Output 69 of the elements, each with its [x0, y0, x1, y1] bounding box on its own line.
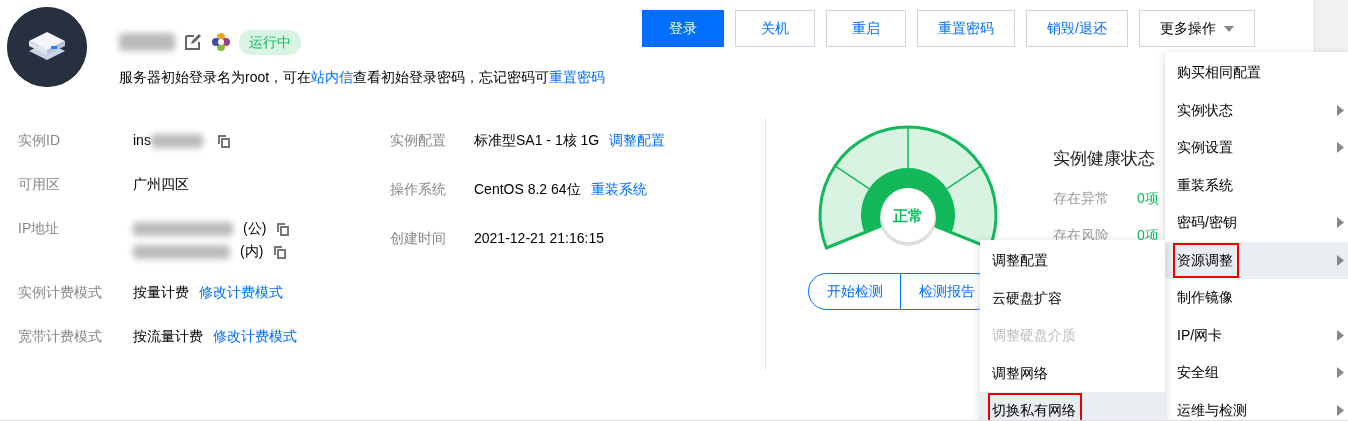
field-label: 操作系统	[390, 180, 447, 199]
submenu-item[interactable]: 云硬盘扩容	[980, 279, 1165, 317]
health-status: 正常	[893, 207, 923, 224]
ip-type: (公)	[243, 219, 267, 239]
field-label: 可用区	[18, 175, 61, 195]
action-button[interactable]: 重置密码	[917, 10, 1015, 47]
submenu-item[interactable]: 调整网络	[980, 354, 1165, 392]
menu-item[interactable]: IP/网卡	[1165, 316, 1348, 354]
submenu-arrow-icon	[1337, 104, 1344, 116]
action-button[interactable]: 销毁/退还	[1026, 10, 1128, 47]
field-link[interactable]: 修改计费模式	[213, 325, 297, 347]
blurred-name	[119, 33, 175, 51]
field-label: 宽带计费模式	[18, 326, 103, 346]
server-icon	[7, 7, 87, 87]
field-value: CentOS 8.2 64位	[474, 180, 581, 199]
field-value: 2021-12-21 21:16:15	[474, 229, 604, 248]
submenu-arrow-icon	[1337, 367, 1344, 379]
highlight-outline: 切换私有网络	[988, 393, 1082, 420]
menu-item[interactable]: 密码/密钥	[1165, 204, 1348, 242]
copy-icon[interactable]	[276, 221, 291, 236]
action-button[interactable]: 重启	[826, 10, 906, 47]
copy-icon[interactable]	[216, 133, 231, 148]
field-link[interactable]: 重装系统	[590, 179, 647, 200]
status-badge: 运行中	[239, 29, 301, 55]
blurred-text	[150, 133, 203, 148]
health-title: 实例健康状态	[1053, 148, 1156, 170]
field-label: 实例计费模式	[18, 282, 103, 302]
scrollbar[interactable]	[1314, 0, 1348, 52]
menu-item[interactable]: 实例状态	[1165, 91, 1348, 129]
menu-item[interactable]: 资源调整	[1165, 241, 1348, 279]
highlight-outline: 资源调整	[1173, 242, 1239, 278]
copy-icon[interactable]	[273, 244, 288, 259]
field-label: IP地址	[18, 219, 61, 239]
field-value: ins	[133, 131, 151, 150]
field-label: 实例ID	[18, 131, 61, 150]
menu-item[interactable]: 安全组	[1165, 354, 1348, 392]
field-value: 按流量计费	[133, 326, 203, 346]
menu-item[interactable]: 运维与检测	[1165, 391, 1348, 420]
submenu-arrow-icon	[1337, 329, 1344, 341]
menu-item[interactable]: 制作镜像	[1165, 279, 1348, 317]
check-button[interactable]: 开始检测	[808, 273, 901, 310]
field-value: 按量计费	[133, 282, 189, 302]
field-value: 广州四区	[133, 175, 189, 195]
action-button[interactable]: 登录	[642, 10, 724, 47]
field-link[interactable]: 调整配置	[609, 130, 666, 151]
submenu-arrow-icon	[1337, 142, 1344, 154]
notice-link[interactable]: 重置密码	[549, 69, 606, 85]
health-count: 0项	[1137, 188, 1159, 208]
more-dropdown[interactable]: 更多操作	[1138, 10, 1255, 47]
submenu-item[interactable]: 调整配置	[980, 242, 1165, 280]
menu-item[interactable]: 实例设置	[1165, 129, 1348, 167]
action-button[interactable]: 关机	[735, 10, 815, 47]
submenu-arrow-icon	[1337, 404, 1344, 416]
field-label: 实例配置	[390, 131, 447, 150]
submenu-item[interactable]: 切换私有网络	[980, 392, 1165, 420]
ip-type: (内)	[240, 242, 264, 262]
menu-item[interactable]: 重装系统	[1165, 166, 1348, 204]
login-notice: 服务器初始登录名为root，可在站内信查看初始登录密码，忘记密码可重置密码	[119, 68, 606, 87]
edit-icon[interactable]	[183, 32, 203, 52]
submenu-arrow-icon	[1337, 217, 1344, 229]
menu-item[interactable]: 购买相同配置	[1165, 54, 1348, 92]
field-link[interactable]: 修改计费模式	[199, 281, 283, 303]
flower-icon	[211, 32, 231, 52]
field-label: 创建时间	[390, 229, 447, 248]
caret-icon	[1223, 25, 1234, 32]
field-value: 标准型SA1 - 1核 1G	[474, 131, 600, 150]
submenu-arrow-icon	[1337, 254, 1344, 266]
notice-link[interactable]: 站内信	[311, 69, 354, 85]
health-label: 存在异常	[1053, 188, 1109, 208]
